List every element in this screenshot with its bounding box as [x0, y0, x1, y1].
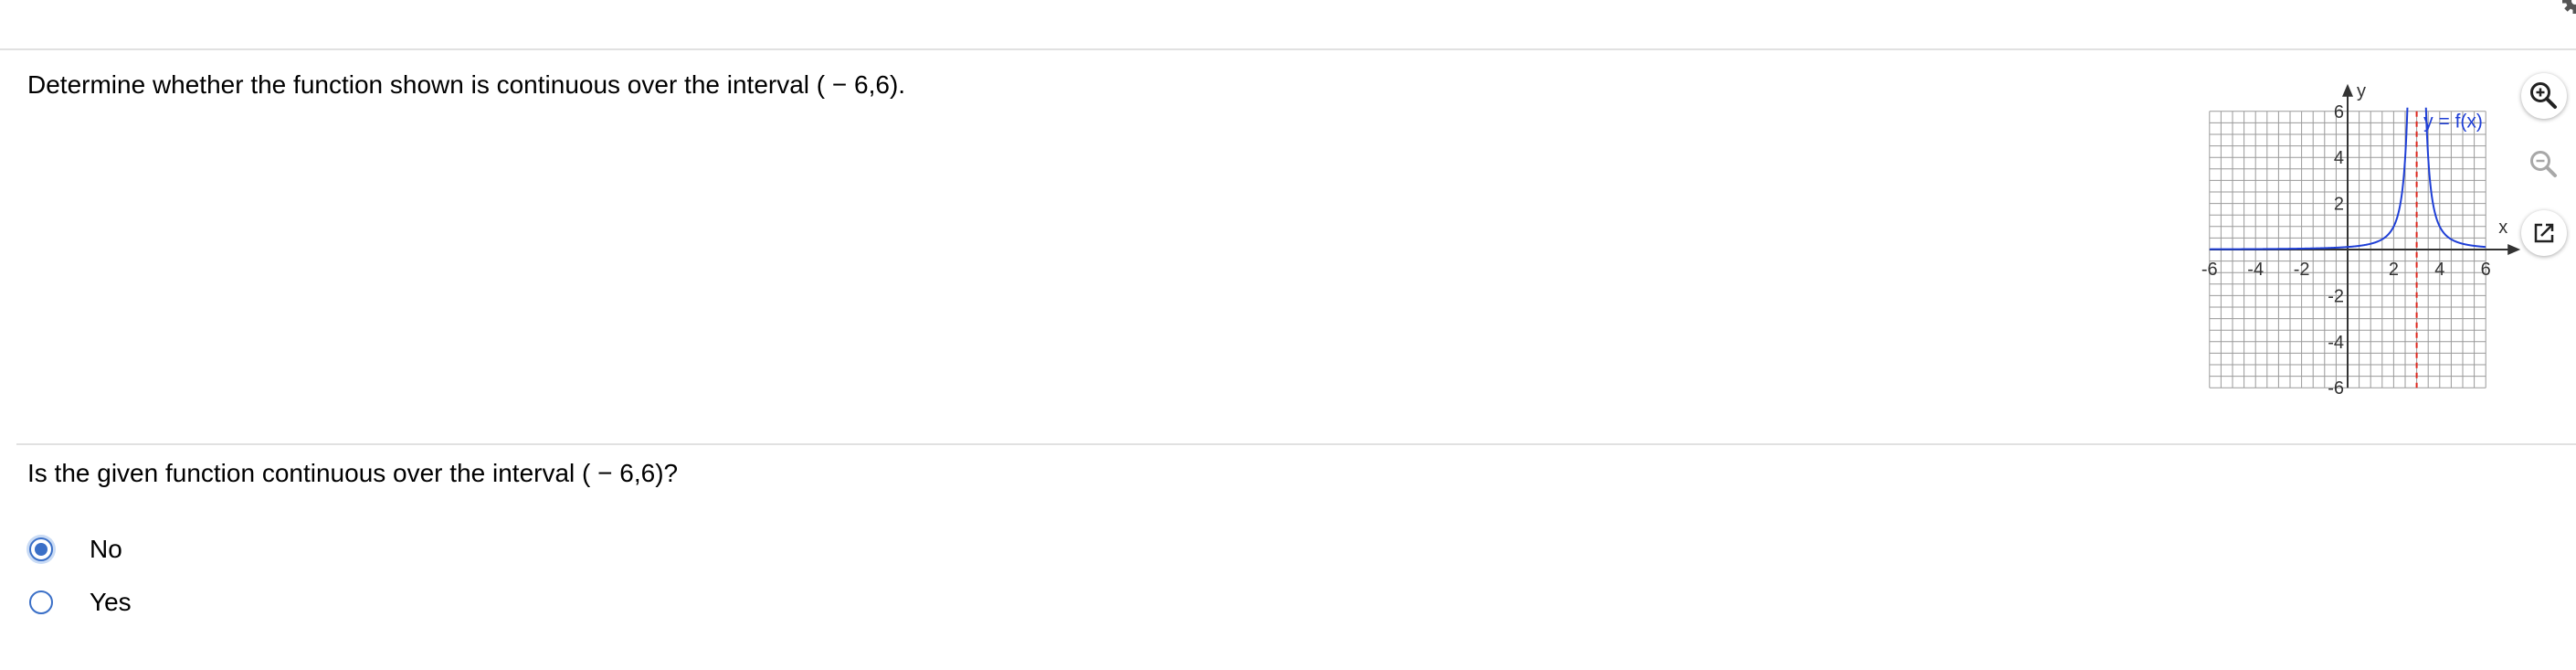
zoom-out-icon — [2530, 151, 2557, 177]
x-tick-label: -6 — [2201, 260, 2218, 280]
x-tick-label: 2 — [2389, 260, 2399, 280]
function-graph: -6 -4 -2 2 4 6 6 4 2 -2 -4 -6 x y y = f(x) — [2185, 66, 2523, 402]
x-axis-arrow — [2507, 244, 2521, 255]
option-no-label: No — [90, 535, 122, 563]
top-divider — [0, 48, 2576, 50]
section-divider — [16, 443, 2576, 445]
option-yes-label: Yes — [90, 588, 132, 616]
radio-yes[interactable] — [29, 590, 53, 614]
y-axis-arrow — [2342, 83, 2353, 97]
radio-no[interactable] — [29, 537, 53, 561]
graph-svg: -6 -4 -2 2 4 6 6 4 2 -2 -4 -6 x y y = f(x) — [2201, 81, 2521, 399]
option-no[interactable]: No — [29, 531, 122, 568]
popout-button[interactable] — [2521, 210, 2567, 256]
x-tick-label: -4 — [2247, 260, 2264, 280]
radio-selected-dot — [35, 543, 48, 556]
question-prompt: Is the given function continuous over th… — [27, 459, 679, 487]
question-text: Determine whether the function shown is … — [27, 70, 906, 99]
y-tick-label: -6 — [2328, 378, 2344, 399]
zoom-out-button[interactable] — [2521, 142, 2567, 187]
x-tick-label: -2 — [2294, 260, 2310, 280]
option-yes[interactable]: Yes — [29, 584, 132, 621]
function-curve-left — [2209, 107, 2409, 250]
function-label: y = f(x) — [2423, 111, 2483, 132]
y-tick-label: 6 — [2334, 102, 2344, 122]
x-tick-label: 6 — [2481, 260, 2491, 280]
zoom-in-button[interactable] — [2521, 73, 2567, 119]
y-tick-label: -2 — [2328, 286, 2344, 306]
zoom-in-icon — [2530, 82, 2557, 109]
top-bar — [0, 0, 2576, 48]
x-axis-label: x — [2498, 218, 2507, 238]
gear-icon[interactable] — [2561, 0, 2576, 15]
y-tick-label: 2 — [2334, 195, 2344, 215]
y-tick-label: 4 — [2334, 148, 2344, 168]
popout-icon — [2534, 223, 2554, 243]
y-axis-label: y — [2357, 81, 2366, 101]
y-tick-label: -4 — [2328, 333, 2344, 353]
x-tick-label: 4 — [2434, 260, 2444, 280]
